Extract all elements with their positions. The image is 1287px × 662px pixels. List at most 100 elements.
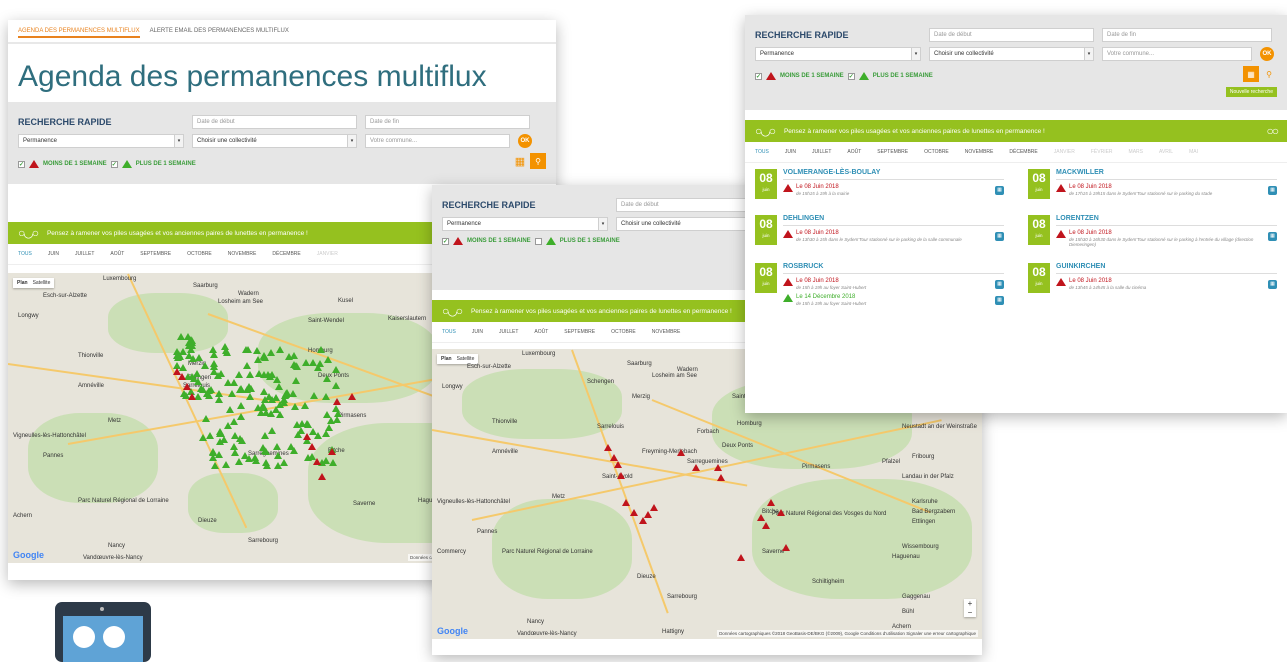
map-marker[interactable] xyxy=(254,369,263,377)
map-marker[interactable] xyxy=(273,442,282,450)
map-marker[interactable] xyxy=(275,345,284,353)
map-marker[interactable] xyxy=(209,351,218,359)
month-5[interactable]: OCTOBRE xyxy=(187,251,212,257)
map-marker[interactable] xyxy=(280,399,289,407)
event-town[interactable]: LORENTZEN xyxy=(1056,215,1277,226)
month-9[interactable]: FÉVRIER xyxy=(1091,149,1113,155)
map-marker[interactable] xyxy=(317,346,326,354)
map-marker[interactable] xyxy=(202,415,211,423)
calendar-icon[interactable]: ▦ xyxy=(1268,186,1277,195)
map-marker[interactable] xyxy=(322,392,331,400)
event-town[interactable]: DEHLINGEN xyxy=(783,215,1004,226)
map-marker[interactable] xyxy=(283,389,292,397)
ok-button[interactable]: OK xyxy=(1260,47,1274,61)
map-marker[interactable] xyxy=(190,375,199,383)
month-1[interactable]: JUIN xyxy=(785,149,796,155)
map-marker[interactable] xyxy=(261,409,270,417)
map-marker[interactable] xyxy=(614,461,622,468)
map-marker[interactable] xyxy=(234,371,243,379)
calendar-icon[interactable]: ▦ xyxy=(1268,280,1277,289)
map-marker[interactable] xyxy=(237,401,246,409)
map-marker[interactable] xyxy=(762,522,770,529)
map-marker[interactable] xyxy=(236,385,245,393)
map-marker[interactable] xyxy=(604,444,612,451)
month-2[interactable]: JUILLET xyxy=(499,329,518,335)
month-11[interactable]: AVRIL xyxy=(1159,149,1173,155)
map-type-toggle[interactable]: Plan Satellite xyxy=(437,354,479,364)
map-marker[interactable] xyxy=(244,383,253,391)
map-marker[interactable] xyxy=(240,451,249,459)
grid-view-button[interactable]: ▦ xyxy=(1243,66,1259,82)
start-date-field[interactable]: Date de début xyxy=(192,115,357,129)
month-5[interactable]: OCTOBRE xyxy=(611,329,636,335)
month-4[interactable]: SEPTEMBRE xyxy=(564,329,595,335)
month-8[interactable]: JANVIER xyxy=(317,251,338,257)
month-4[interactable]: SEPTEMBRE xyxy=(877,149,908,155)
map-marker[interactable] xyxy=(323,374,332,382)
map-marker[interactable] xyxy=(244,346,253,354)
map-marker[interactable] xyxy=(757,514,765,521)
collectivite-select[interactable]: Choisir une collectivité▾ xyxy=(192,134,357,148)
type-select[interactable]: Permanence ▾ xyxy=(755,47,921,61)
map-marker[interactable] xyxy=(183,383,191,390)
month-0[interactable]: TOUS xyxy=(18,251,32,257)
map-marker[interactable] xyxy=(273,451,282,459)
map-marker[interactable] xyxy=(717,474,725,481)
map-marker[interactable] xyxy=(300,402,309,410)
map-plan-button[interactable]: Plan xyxy=(17,280,28,286)
end-date-field[interactable]: Date de fin xyxy=(365,115,530,129)
map-marker[interactable] xyxy=(230,431,239,439)
map-marker[interactable] xyxy=(331,381,340,389)
map-marker[interactable] xyxy=(644,511,652,518)
checkbox-moins[interactable]: ✓ xyxy=(755,72,762,80)
month-6[interactable]: NOVEMBRE xyxy=(652,329,681,335)
calendar-icon[interactable]: ▦ xyxy=(995,296,1004,305)
map-marker[interactable] xyxy=(242,362,251,370)
map-marker[interactable] xyxy=(197,385,206,393)
map-marker[interactable] xyxy=(331,365,340,373)
map-marker[interactable] xyxy=(314,364,323,372)
map-marker[interactable] xyxy=(268,396,277,404)
map-marker[interactable] xyxy=(221,461,230,469)
map-marker[interactable] xyxy=(321,429,330,437)
map-marker[interactable] xyxy=(280,458,289,466)
map-marker[interactable] xyxy=(298,419,307,427)
checkbox-moins[interactable]: ✓ xyxy=(18,160,25,168)
conditions-link[interactable]: Conditions d'utilisation xyxy=(860,631,905,636)
map-marker[interactable] xyxy=(714,464,722,471)
calendar-icon[interactable]: ▦ xyxy=(995,280,1004,289)
map-marker[interactable] xyxy=(177,333,186,341)
checkbox-plus[interactable]: ✓ xyxy=(110,160,118,168)
month-2[interactable]: JUILLET xyxy=(75,251,94,257)
map-marker[interactable] xyxy=(318,473,326,480)
map-marker[interactable] xyxy=(322,456,331,464)
map-marker[interactable] xyxy=(201,361,210,369)
map-marker[interactable] xyxy=(617,472,625,479)
map-marker[interactable] xyxy=(210,359,219,367)
month-1[interactable]: JUIN xyxy=(472,329,483,335)
tab-agenda[interactable]: AGENDA DES PERMANENCES MULTIFLUX xyxy=(18,28,140,38)
map-type-toggle[interactable]: Plan Satellite xyxy=(13,278,55,288)
map-marker[interactable] xyxy=(622,499,630,506)
month-1[interactable]: JUIN xyxy=(48,251,59,257)
month-12[interactable]: MAI xyxy=(1189,149,1198,155)
month-7[interactable]: DÉCEMBRE xyxy=(272,251,300,257)
map-marker[interactable] xyxy=(210,461,219,469)
map-marker[interactable] xyxy=(303,433,311,440)
map-marker[interactable] xyxy=(224,379,233,387)
map-marker[interactable] xyxy=(263,461,272,469)
map-pin-button[interactable]: ⚲ xyxy=(530,153,546,169)
map-marker[interactable] xyxy=(348,393,356,400)
map-marker[interactable] xyxy=(274,382,283,390)
type-select[interactable]: Permanence ▾ xyxy=(442,217,608,231)
map-marker[interactable] xyxy=(267,349,276,357)
map-marker[interactable] xyxy=(215,438,224,446)
type-select[interactable]: Permanence ▾ xyxy=(18,134,184,148)
map-marker[interactable] xyxy=(332,404,341,412)
checkbox-plus[interactable] xyxy=(534,237,542,245)
map-marker[interactable] xyxy=(273,376,282,384)
month-2[interactable]: JUILLET xyxy=(812,149,831,155)
month-8[interactable]: JANVIER xyxy=(1054,149,1075,155)
month-3[interactable]: AOÛT xyxy=(847,149,861,155)
month-6[interactable]: NOVEMBRE xyxy=(965,149,994,155)
